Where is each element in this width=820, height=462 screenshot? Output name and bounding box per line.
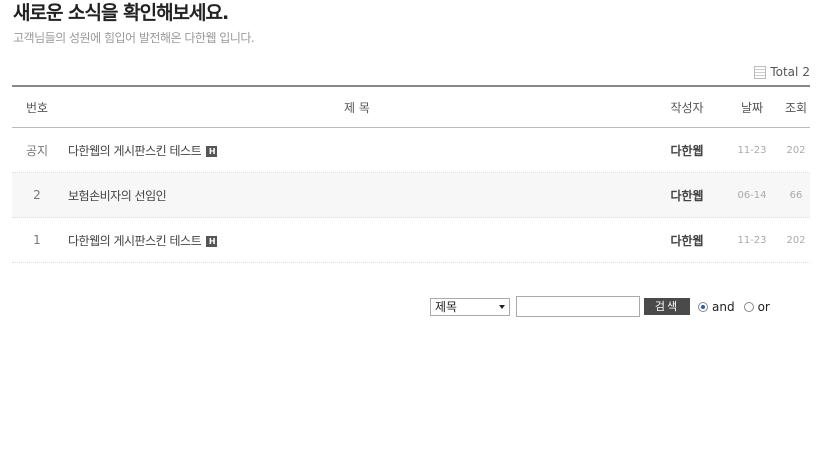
search-bar: 제목 검색 and or: [430, 296, 770, 317]
row-title-cell: 보험손비자의 선임인: [62, 187, 652, 204]
row-title-cell: 다한웹의 게시판스킨 테스트 H: [62, 142, 652, 159]
row-hits: 66: [789, 189, 803, 201]
table-header: 번호 제 목 작성자 날짜 조회: [12, 85, 810, 128]
post-title-link[interactable]: 다한웹의 게시판스킨 테스트: [68, 234, 202, 248]
h-badge-icon: H: [206, 145, 218, 157]
post-title-link[interactable]: 다한웹의 게시판스킨 테스트: [68, 144, 202, 158]
h-badge-icon: H: [206, 235, 218, 247]
total-label: Total: [770, 65, 799, 79]
row-number: 2: [33, 188, 41, 202]
and-label: and: [712, 299, 735, 314]
or-label: or: [757, 299, 770, 314]
table-row[interactable]: 공지 다한웹의 게시판스킨 테스트 H 다한웹 11-23 202: [12, 128, 810, 173]
search-button[interactable]: 검색: [644, 298, 690, 315]
or-radio[interactable]: [743, 301, 754, 312]
row-hits: 202: [786, 144, 806, 156]
search-field-select[interactable]: 제목: [430, 297, 510, 316]
page-heading: 새로운 소식을 확인해보세요. 고객님들의 성원에 힘입어 발전해온 다한웹 입…: [13, 0, 255, 46]
page-title: 새로운 소식을 확인해보세요.: [13, 2, 229, 24]
row-title-cell: 다한웹의 게시판스킨 테스트 H: [62, 232, 652, 249]
search-field-value: 제목: [435, 300, 458, 314]
total-number: 2: [802, 65, 810, 79]
column-hits: 조회: [784, 100, 808, 115]
search-input[interactable]: [516, 296, 640, 317]
document-icon: [754, 65, 767, 79]
row-date: 06-14: [737, 189, 767, 201]
row-number: 공지: [25, 143, 49, 158]
table-row[interactable]: 1 다한웹의 게시판스킨 테스트 H 다한웹 11-23 202: [12, 218, 810, 263]
column-number: 번호: [25, 100, 49, 115]
column-title: 제 목: [344, 100, 370, 115]
total-count: Total 2: [754, 65, 810, 79]
row-writer: 다한웹: [670, 143, 704, 158]
row-writer: 다한웹: [670, 188, 704, 203]
page-subtitle: 고객님들의 성원에 힘입어 발전해온 다한웹 입니다.: [13, 31, 255, 45]
table-row[interactable]: 2 보험손비자의 선임인 다한웹 06-14 66: [12, 173, 810, 218]
column-writer: 작성자: [670, 100, 704, 115]
and-radio[interactable]: [698, 301, 708, 312]
row-date: 11-23: [737, 144, 767, 156]
row-date: 11-23: [737, 234, 767, 246]
chevron-down-icon: [499, 304, 505, 309]
row-writer: 다한웹: [670, 233, 704, 248]
column-date: 날짜: [740, 100, 764, 115]
board-table: 번호 제 목 작성자 날짜 조회 공지 다한웹의 게시판스킨 테스트 H 다한웹…: [12, 85, 810, 263]
post-title-link[interactable]: 보험손비자의 선임인: [68, 189, 167, 203]
row-number: 1: [33, 233, 41, 247]
radio-selected-dot: [701, 304, 705, 309]
row-hits: 202: [786, 234, 806, 246]
